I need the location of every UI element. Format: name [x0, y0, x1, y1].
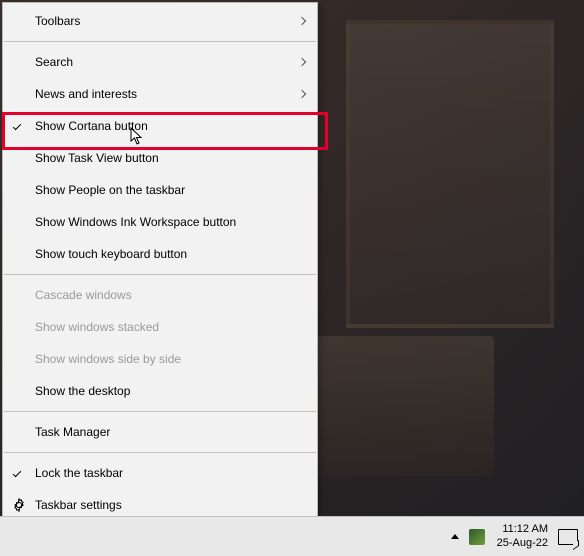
menu-label: Show Windows Ink Workspace button — [35, 215, 236, 229]
menu-news-interests[interactable]: News and interests — [3, 78, 317, 110]
menu-label: Taskbar settings — [35, 498, 122, 512]
menu-label: Lock the taskbar — [35, 466, 123, 480]
menu-label: Show Cortana button — [35, 119, 148, 133]
check-icon — [13, 467, 25, 479]
menu-show-people[interactable]: Show People on the taskbar — [3, 174, 317, 206]
notification-icon — [558, 529, 578, 545]
check-icon — [13, 120, 25, 132]
menu-label: Show the desktop — [35, 384, 130, 398]
menu-side-by-side: Show windows side by side — [3, 343, 317, 375]
taskbar-context-menu: Toolbars Search News and interests Show … — [2, 2, 318, 524]
separator — [4, 41, 316, 42]
menu-cascade: Cascade windows — [3, 279, 317, 311]
menu-label: Show windows stacked — [35, 320, 159, 334]
action-center-button[interactable] — [558, 527, 578, 547]
tray-app-icon[interactable] — [467, 527, 487, 547]
menu-show-taskview[interactable]: Show Task View button — [3, 142, 317, 174]
chevron-right-icon — [298, 58, 306, 66]
menu-show-desktop[interactable]: Show the desktop — [3, 375, 317, 407]
clock-date: 25-Aug-22 — [497, 537, 548, 550]
taskbar-clock[interactable]: 11:12 AM 25-Aug-22 — [491, 523, 554, 549]
menu-lock-taskbar[interactable]: Lock the taskbar — [3, 457, 317, 489]
menu-search[interactable]: Search — [3, 46, 317, 78]
menu-label: Show windows side by side — [35, 352, 181, 366]
gear-icon — [12, 498, 26, 512]
menu-label: Show Task View button — [35, 151, 159, 165]
taskbar[interactable]: 11:12 AM 25-Aug-22 — [0, 516, 584, 556]
menu-label: Cascade windows — [35, 288, 132, 302]
separator — [4, 274, 316, 275]
menu-toolbars[interactable]: Toolbars — [3, 5, 317, 37]
menu-label: Task Manager — [35, 425, 110, 439]
chevron-up-icon — [451, 534, 459, 539]
menu-label: Show People on the taskbar — [35, 183, 185, 197]
chevron-right-icon — [298, 90, 306, 98]
menu-stacked: Show windows stacked — [3, 311, 317, 343]
menu-show-ink[interactable]: Show Windows Ink Workspace button — [3, 206, 317, 238]
menu-show-cortana[interactable]: Show Cortana button — [3, 110, 317, 142]
menu-show-touch-keyboard[interactable]: Show touch keyboard button — [3, 238, 317, 270]
menu-label: Toolbars — [35, 14, 80, 28]
menu-label: Show touch keyboard button — [35, 247, 187, 261]
separator — [4, 452, 316, 453]
menu-label: Search — [35, 55, 73, 69]
menu-task-manager[interactable]: Task Manager — [3, 416, 317, 448]
clock-time: 11:12 AM — [502, 523, 548, 536]
app-icon — [469, 529, 485, 545]
chevron-right-icon — [298, 17, 306, 25]
menu-label: News and interests — [35, 87, 137, 101]
separator — [4, 411, 316, 412]
tray-overflow-button[interactable] — [447, 522, 463, 552]
